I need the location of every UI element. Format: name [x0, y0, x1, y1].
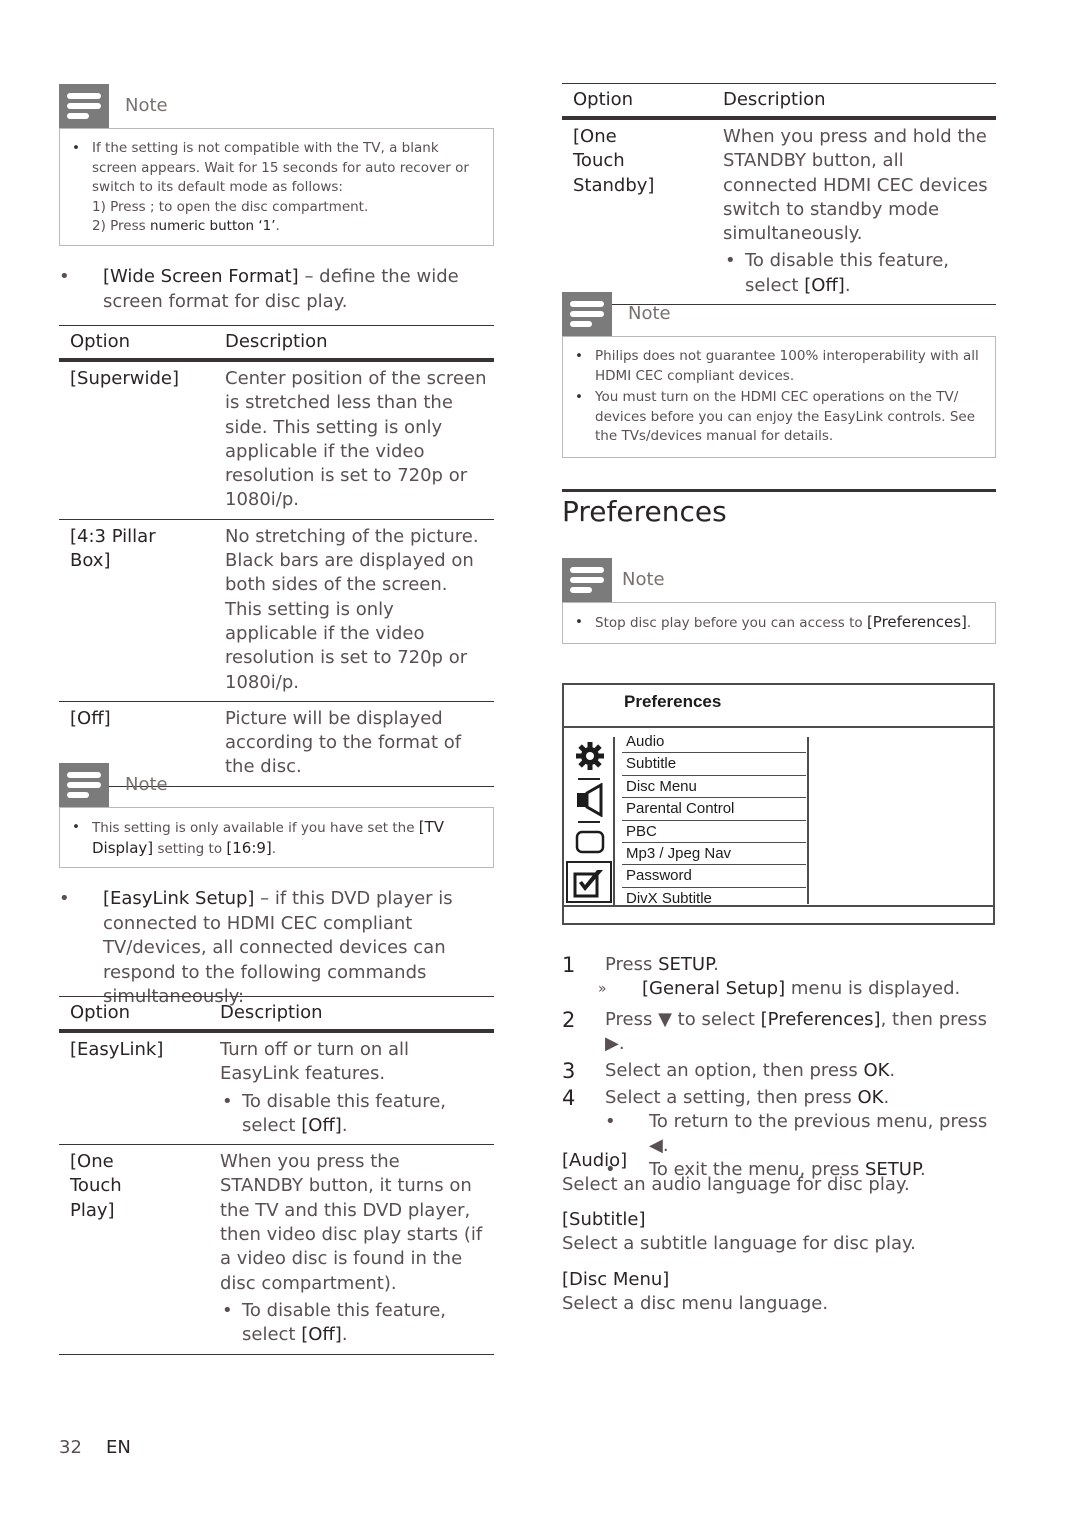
menu-item-password[interactable]: Password: [622, 865, 806, 888]
table-header-description: Description: [225, 330, 328, 352]
table-row: [4:3 Pillar Box] No stretching of the pi…: [59, 520, 494, 702]
note-icon: [562, 292, 612, 336]
note-box-compatibility: Note If the setting is not compatible wi…: [59, 84, 494, 246]
table-row: [One Touch Play] When you press the STAN…: [59, 1145, 494, 1355]
note-item: If the setting is not compatible with th…: [72, 139, 481, 237]
step-1: 1 Press SETUP.: [562, 953, 719, 977]
table-header-option: Option: [573, 88, 634, 110]
table-header-description: Description: [220, 1001, 323, 1023]
step-3: 3 Select an option, then press OK.: [562, 1059, 896, 1083]
gear-icon[interactable]: [570, 738, 610, 774]
preferences-menu-screenshot: Preferences Audio Subtitle Disc Menu Par…: [562, 683, 995, 925]
easylink-setup-term: [EasyLink Setup]: [103, 888, 255, 909]
page-footer: 32 EN: [59, 1437, 131, 1458]
menu-item-parental-control[interactable]: Parental Control: [622, 798, 806, 821]
note-box-tv-display: Note This setting is only available if y…: [59, 763, 494, 868]
menu-divider: [807, 737, 809, 904]
note-box-hdmi-cec: Note Philips does not guarantee 100% int…: [562, 292, 996, 458]
step-4: 4 Select a setting, then press OK.: [562, 1086, 890, 1110]
note-item: Stop disc play before you can access to …: [575, 613, 983, 634]
menu-item-subtitle[interactable]: Subtitle: [622, 753, 806, 776]
sidebar-separator: [578, 778, 600, 780]
easylink-setup-item: • [EasyLink Setup] – if this DVD player …: [59, 888, 453, 1007]
table-header-option: Option: [70, 1001, 131, 1023]
note-icon: [562, 558, 612, 602]
note-icon: [59, 84, 109, 128]
section-divider: [562, 489, 996, 492]
step-1-result: » [General Setup] menu is displayed.: [598, 978, 961, 999]
menu-item-audio[interactable]: Audio: [622, 731, 806, 754]
speaker-icon[interactable]: [570, 782, 610, 818]
menu-title: Preferences: [624, 692, 722, 711]
note-title: Note: [622, 569, 665, 590]
note-box-stop-disc: Note Stop disc play before you can acces…: [562, 558, 996, 644]
menu-sidebar: [566, 735, 612, 903]
table-row: [One Touch Standby] When you press and h…: [562, 120, 996, 306]
note-item: Philips does not guarantee 100% interope…: [575, 347, 983, 386]
definition-disc-menu: [Disc Menu] Select a disc menu language.: [562, 1269, 829, 1314]
language-code: EN: [106, 1437, 131, 1458]
one-touch-standby-table: Option Description [One Touch Standby] W…: [562, 83, 996, 306]
menu-divider: [564, 905, 993, 907]
table-row: [EasyLink] Turn off or turn on all EasyL…: [59, 1033, 494, 1146]
sidebar-separator: [578, 821, 600, 823]
page-number: 32: [59, 1437, 82, 1458]
table-header-option: Option: [70, 330, 131, 352]
steps-list: 1 Press SETUP. » [General Setup] menu is…: [562, 953, 996, 1182]
easylink-table: Option Description [EasyLink] Turn off o…: [59, 996, 494, 1355]
sidebar-active-item[interactable]: [566, 861, 612, 903]
menu-item-disc-menu[interactable]: Disc Menu: [622, 776, 806, 799]
menu-item-pbc[interactable]: PBC: [622, 821, 806, 843]
note-item: This setting is only available if you ha…: [72, 818, 481, 859]
wide-screen-format-term: [Wide Screen Format]: [103, 266, 299, 287]
menu-item-mp3-jpeg-nav[interactable]: Mp3 / Jpeg Nav: [622, 843, 806, 866]
wide-screen-table: Option Description [Superwide] Center po…: [59, 325, 494, 787]
definition-audio: [Audio] Select an audio language for dis…: [562, 1150, 910, 1195]
menu-divider: [613, 737, 615, 905]
section-title: Preferences: [562, 495, 727, 528]
table-row: [Superwide] Center position of the scree…: [59, 362, 494, 520]
note-title: Note: [628, 303, 671, 324]
step-2: 2 Press ▼ to select [Preferences], then …: [562, 1008, 987, 1054]
definition-subtitle: [Subtitle] Select a subtitle language fo…: [562, 1209, 916, 1254]
table-header-description: Description: [723, 88, 826, 110]
screen-icon[interactable]: [570, 825, 610, 859]
wide-screen-format-item: • [Wide Screen Format] – define the wide…: [59, 266, 459, 312]
note-icon: [59, 763, 109, 807]
note-title: Note: [125, 95, 168, 116]
note-title: Note: [125, 774, 168, 795]
menu-list: Audio Subtitle Disc Menu Parental Contro…: [622, 731, 806, 910]
note-item: You must turn on the HDMI CEC operations…: [575, 388, 983, 447]
menu-divider: [564, 726, 993, 728]
